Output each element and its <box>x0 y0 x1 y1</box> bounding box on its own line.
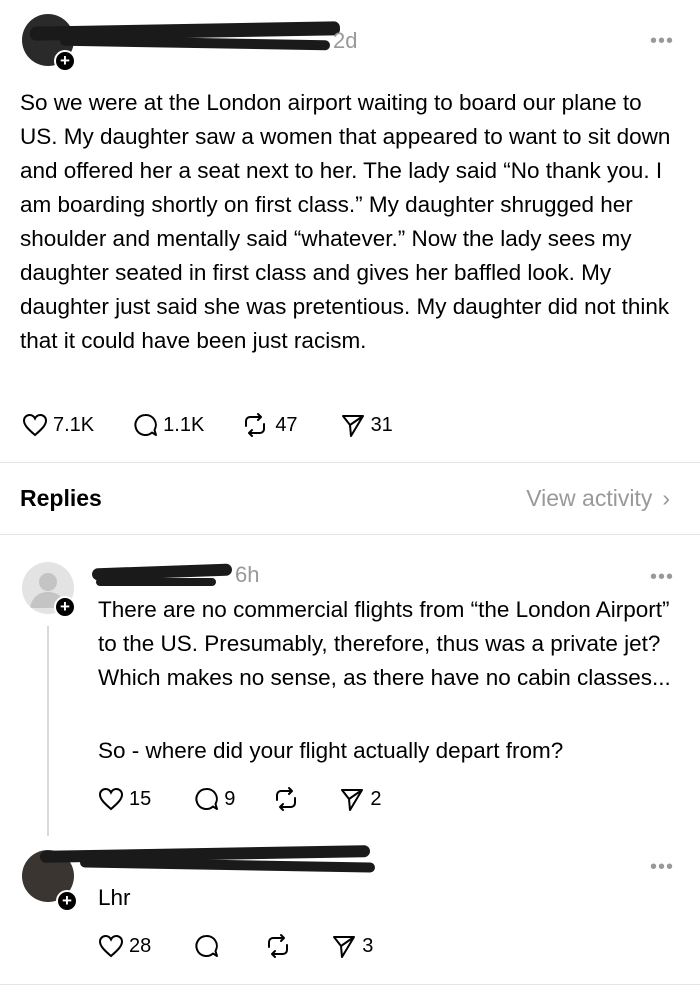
divider <box>0 984 700 985</box>
heart-icon <box>98 934 124 958</box>
reply-body: There are no commercial flights from “th… <box>98 597 671 690</box>
share-button[interactable]: 3 <box>331 933 373 959</box>
repost-icon <box>276 787 297 811</box>
comment-count: 1.1K <box>163 413 205 436</box>
send-icon <box>333 936 356 958</box>
share-count: 2 <box>370 787 382 810</box>
share-count: 3 <box>362 934 374 957</box>
more-options-icon[interactable]: ••• <box>650 567 674 587</box>
chevron-right-icon: › <box>662 485 670 511</box>
redacted-username-scribble <box>96 578 216 586</box>
post-timestamp: 2d <box>333 28 358 53</box>
like-button[interactable]: 7.1K <box>22 413 94 437</box>
replies-heading: Replies <box>20 485 102 511</box>
heart-icon <box>98 787 124 811</box>
reply-author-avatar[interactable]: + <box>22 562 76 618</box>
more-options-icon[interactable]: ••• <box>650 31 674 51</box>
heart-icon <box>22 413 48 437</box>
reply-actions: 15 9 2 <box>98 786 382 812</box>
post-body: So we were at the London airport waiting… <box>20 90 671 353</box>
share-button[interactable]: 31 <box>340 412 393 438</box>
follow-plus-icon[interactable]: + <box>56 890 78 912</box>
follow-plus-icon[interactable]: + <box>54 596 76 618</box>
like-button[interactable]: 15 <box>98 787 151 811</box>
reply-body: Lhr <box>98 885 131 910</box>
like-button[interactable]: 28 <box>98 934 151 958</box>
like-count: 7.1K <box>53 413 95 436</box>
repost-button[interactable]: 47 <box>240 412 298 438</box>
thread-line <box>47 626 49 836</box>
comment-icon <box>134 413 158 436</box>
redacted-username-scribble <box>59 35 331 51</box>
repost-button[interactable] <box>263 933 293 959</box>
repost-icon <box>268 934 289 958</box>
like-count: 15 <box>129 787 152 810</box>
follow-plus-icon[interactable]: + <box>54 50 76 72</box>
send-icon <box>341 415 364 437</box>
view-activity-link[interactable]: View activity › <box>526 485 670 512</box>
comment-button[interactable]: 9 <box>193 786 235 812</box>
repost-count: 47 <box>275 413 298 436</box>
like-count: 28 <box>129 934 152 957</box>
share-button[interactable]: 2 <box>339 786 382 812</box>
reply-actions: 28 3 <box>98 933 373 959</box>
repost-icon <box>245 413 266 437</box>
more-options-icon[interactable]: ••• <box>650 857 674 877</box>
comment-count: 9 <box>224 787 236 810</box>
divider <box>0 462 700 463</box>
comment-button[interactable] <box>193 933 219 959</box>
comment-icon <box>195 934 219 957</box>
repost-button[interactable] <box>271 786 301 812</box>
post-actions: 7.1K 1.1K 47 31 <box>22 412 393 438</box>
comment-button[interactable]: 1.1K <box>132 412 204 438</box>
send-icon <box>341 789 364 811</box>
view-activity-label: View activity <box>526 485 653 511</box>
share-count: 31 <box>370 413 393 436</box>
divider <box>0 534 700 535</box>
comment-icon <box>195 787 219 810</box>
redacted-username-scribble <box>79 857 376 873</box>
reply-timestamp: 6h <box>235 562 260 587</box>
reply-body-question: So - where did your flight actually depa… <box>98 738 564 763</box>
